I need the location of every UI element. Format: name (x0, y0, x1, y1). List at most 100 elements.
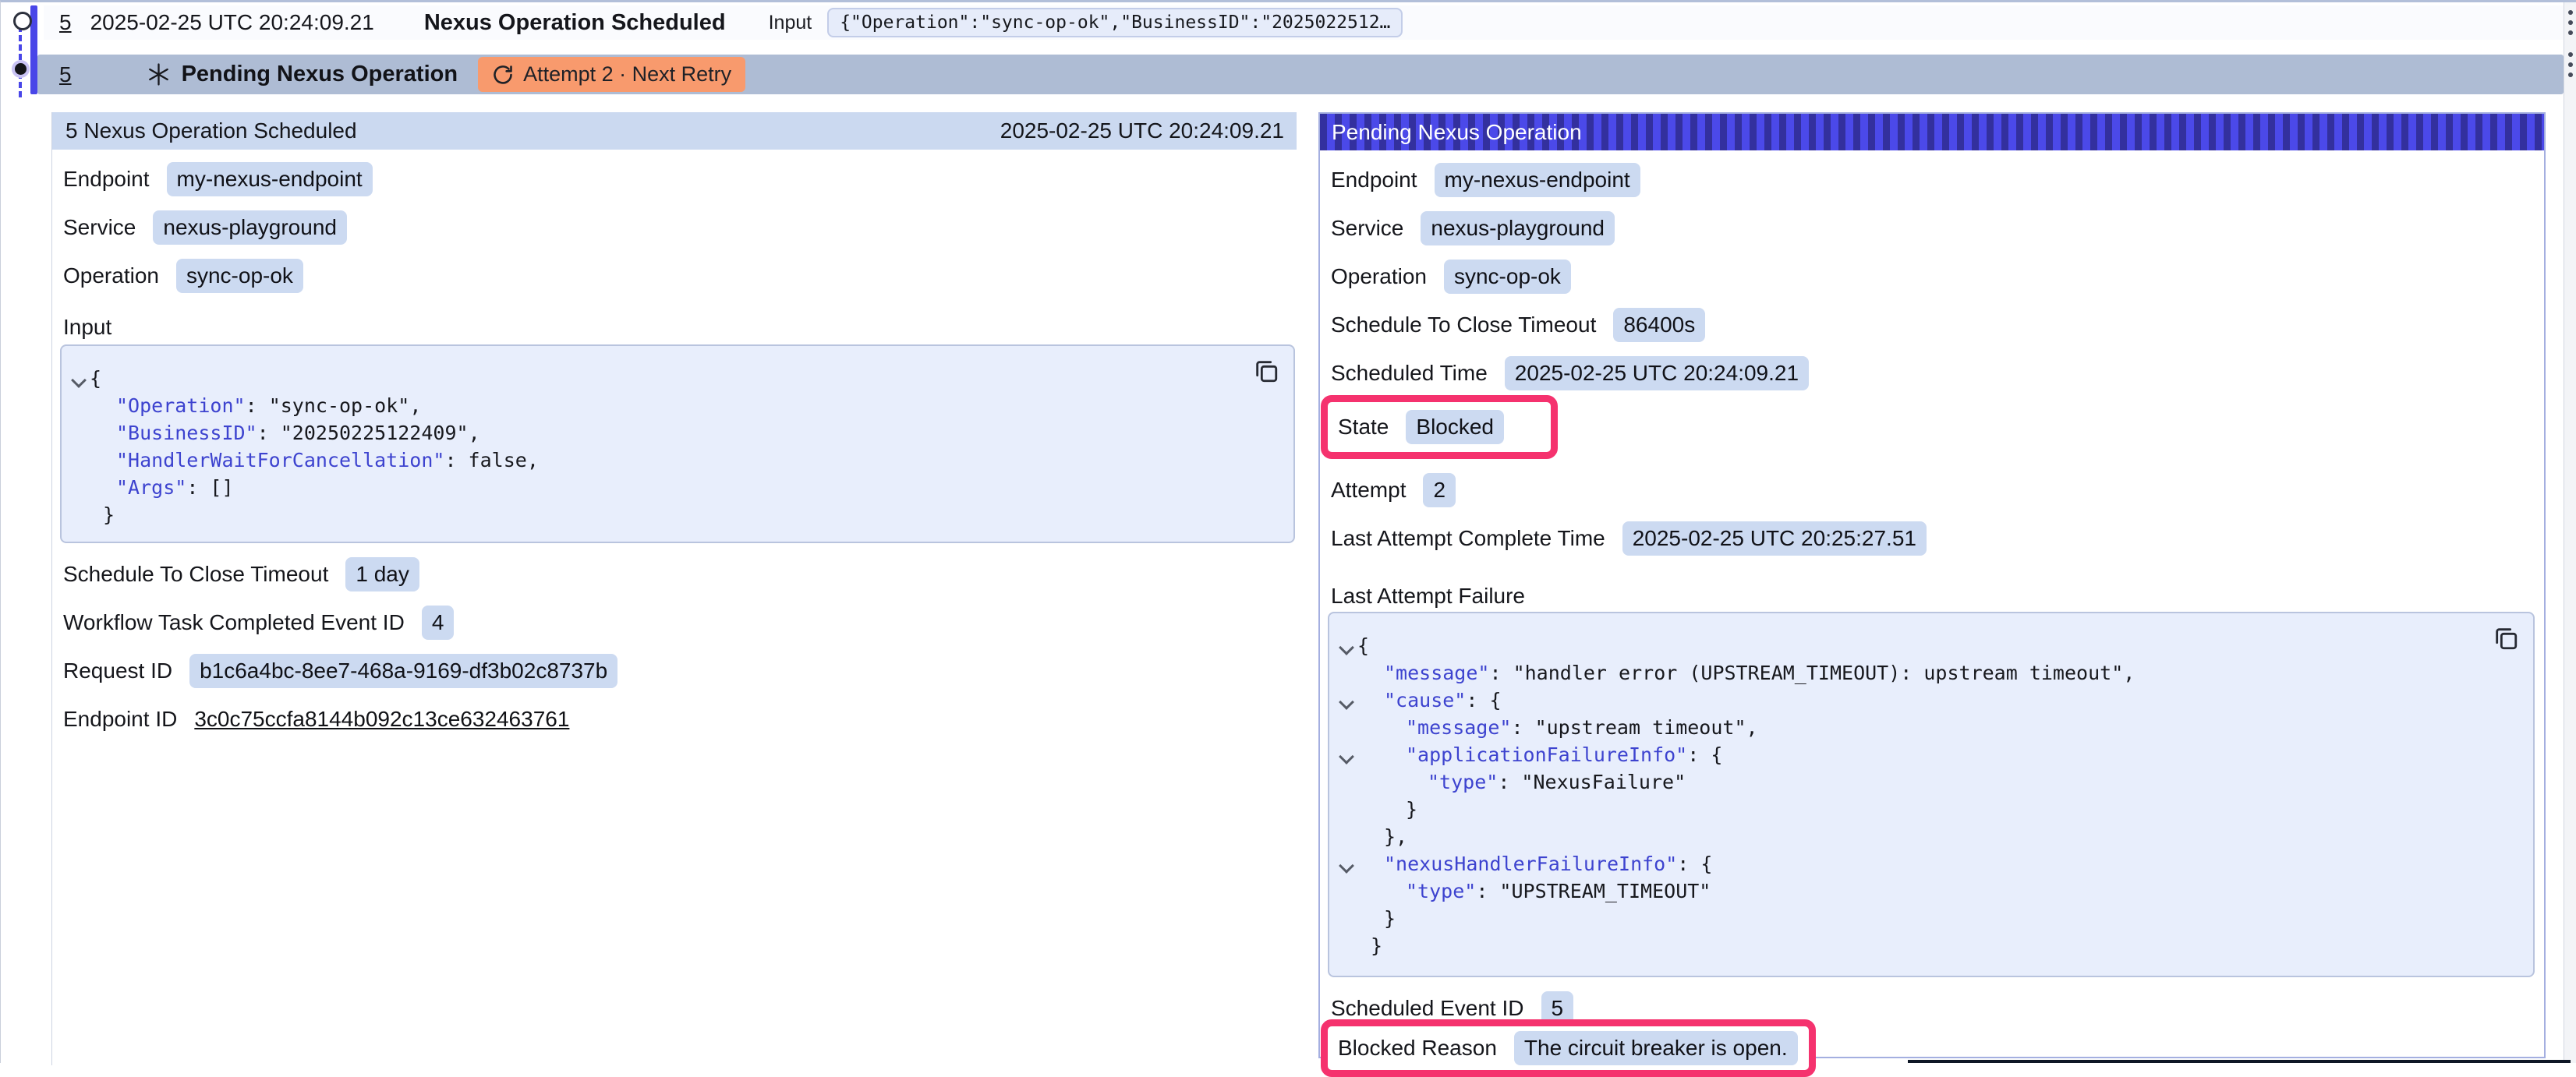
field-value-link[interactable]: 3c0c75ccfa8144b092c13ce632463761 (194, 707, 569, 732)
field-value-chip: b1c6a4bc-8ee7-468a-9169-df3b02c8737b (189, 654, 617, 688)
field-row-blocked-reason: Blocked Reason The circuit breaker is ope… (1331, 1019, 2544, 1077)
json-text: "message": "upstream timeout", (1329, 716, 1758, 739)
left-panel-title: 5 Nexus Operation Scheduled (65, 118, 357, 143)
field-row-schedule-to-close-timeout: Schedule To Close Timeout86400s (1331, 308, 2544, 342)
field-label: Endpoint ID (63, 707, 177, 732)
json-line: } (62, 501, 1293, 528)
json-text: } (62, 503, 115, 526)
left-panel-fields-bottom: Schedule To Close Timeout 1 day Workflow T… (52, 557, 1297, 736)
input-label: Input (769, 12, 812, 34)
event-row-scheduled[interactable]: 5 2025-02-25 UTC 20:24:09.21 Nexus Opera… (44, 5, 2564, 40)
field-row-workflow-task-completed-event-id: Workflow Task Completed Event ID 4 (63, 606, 1297, 640)
field-row-service: Service nexus-playground (63, 210, 1297, 245)
right-scroll-gutter (2564, 2, 2576, 1063)
field-value-chip: The circuit breaker is open. (1514, 1031, 1798, 1065)
field-label: Operation (63, 263, 159, 288)
json-line: "applicationFailureInfo": { (1329, 741, 2533, 768)
field-label: Scheduled Time (1331, 361, 1488, 386)
json-line: "nexusHandlerFailureInfo": { (1329, 850, 2533, 877)
right-panel-title: Pending Nexus Operation (1332, 120, 1582, 145)
field-row-endpoint: Endpointmy-nexus-endpoint (1331, 163, 2544, 197)
json-text: "Operation": "sync-op-ok", (62, 394, 421, 417)
json-text: "HandlerWaitForCancellation": false, (62, 449, 539, 471)
json-text: "BusinessID": "20250225122409", (62, 422, 480, 444)
left-panel-timestamp: 2025-02-25 UTC 20:24:09.21 (1000, 118, 1284, 143)
field-label: Operation (1331, 264, 1427, 289)
field-row-operation: Operationsync-op-ok (63, 259, 1297, 293)
field-label: Service (1331, 216, 1403, 241)
json-line: "type": "UPSTREAM_TIMEOUT" (1329, 877, 2533, 905)
json-line: } (1329, 796, 2533, 823)
field-value-chip: 2 (1423, 473, 1456, 507)
field-label: Endpoint (63, 167, 150, 192)
json-text: "type": "NexusFailure" (1329, 771, 1686, 793)
failure-json-viewer: {"message": "handler error (UPSTREAM_TIM… (1328, 612, 2535, 977)
event-timestamp: 2025-02-25 UTC 20:24:09.21 (90, 10, 374, 35)
json-line: "BusinessID": "20250225122409", (62, 419, 1293, 447)
field-value-chip: sync-op-ok (1444, 260, 1571, 294)
json-line: } (1329, 932, 2533, 959)
field-value-chip: 1 day (345, 557, 419, 591)
field-value-chip: 4 (422, 606, 455, 640)
right-panel-fields-bottom: Scheduled Event ID5Blocked ReasonThe cir… (1320, 991, 2544, 1077)
json-line: "HandlerWaitForCancellation": false, (62, 447, 1293, 474)
retry-badge-label: Attempt 2 · Next Retry (523, 62, 731, 87)
json-text: "type": "UPSTREAM_TIMEOUT" (1329, 880, 1711, 902)
field-row-request-id: Request IDb1c6a4bc-8ee7-468a-9169-df3b02… (63, 654, 1297, 688)
pending-event-name: Pending Nexus Operation (182, 62, 458, 87)
circle-outline-icon (13, 12, 32, 30)
event-id-link[interactable]: 5 (59, 62, 72, 87)
highlight-annotation: Blocked Reason The circuit breaker is ope… (1321, 1019, 1816, 1077)
field-label: Service (63, 215, 136, 240)
json-line: }, (1329, 823, 2533, 850)
left-panel-fields-top: Endpointmy-nexus-endpointServicenexus-pl… (52, 162, 1297, 293)
field-value-chip: my-nexus-endpoint (1435, 163, 1640, 197)
input-json-lines: {"Operation": "sync-op-ok","BusinessID":… (62, 346, 1293, 528)
json-text: } (1329, 798, 1417, 821)
field-label: State (1338, 415, 1389, 440)
field-label: Scheduled Event ID (1331, 996, 1524, 1021)
field-value-chip: nexus-playground (153, 210, 347, 245)
field-row-schedule-to-close-timeout: Schedule To Close Timeout 1 day (63, 557, 1297, 591)
asterisk-icon (147, 62, 171, 87)
field-row-attempt: Attempt 2 (1331, 473, 2544, 507)
drag-grip-icon[interactable] (2568, 10, 2573, 41)
left-panel-header: 5 Nexus Operation Scheduled 2025-02-25 U… (52, 112, 1297, 150)
json-line: "message": "upstream timeout", (1329, 714, 2533, 741)
failure-section-label: Last Attempt Failure (1331, 584, 2544, 609)
scheduled-event-detail-panel: 5 Nexus Operation Scheduled 2025-02-25 U… (51, 112, 1297, 1065)
json-text: }, (1329, 825, 1407, 848)
field-label: Schedule To Close Timeout (63, 562, 328, 587)
field-row-service: Servicenexus-playground (1331, 211, 2544, 245)
json-text: } (1329, 907, 1396, 930)
field-value-chip: 2025-02-25 UTC 20:25:27.51 (1622, 521, 1927, 556)
input-section-label: Input (63, 315, 1297, 340)
json-line: } (1329, 905, 2533, 932)
json-text: "cause": { (1329, 689, 1502, 712)
highlight-annotation: State Blocked (1321, 395, 1558, 459)
input-preview-chip: {"Operation":"sync-op-ok","BusinessID":"… (827, 8, 1403, 37)
event-history-view: 5 2025-02-25 UTC 20:24:09.21 Nexus Opera… (0, 0, 2576, 1063)
field-row-operation: Operation sync-op-ok (1331, 260, 2544, 294)
json-line: "Operation": "sync-op-ok", (62, 392, 1293, 419)
field-row-endpoint-id: Endpoint ID 3c0c75ccfa8144b092c13ce632463… (63, 702, 1297, 736)
field-row-state: State Blocked (1331, 395, 2544, 459)
field-label: Attempt (1331, 478, 1406, 503)
json-line: "cause": { (1329, 687, 2533, 714)
field-value-chip: Blocked (1406, 410, 1504, 444)
json-text: "nexusHandlerFailureInfo": { (1329, 853, 1712, 875)
event-name: Nexus Operation Scheduled (424, 10, 726, 36)
field-label: Workflow Task Completed Event ID (63, 610, 405, 635)
json-line: "Args": [] (62, 474, 1293, 501)
event-id-link[interactable]: 5 (59, 10, 72, 35)
field-label: Blocked Reason (1338, 1036, 1497, 1061)
field-label: Schedule To Close Timeout (1331, 313, 1596, 337)
json-text: "Args": [] (62, 476, 234, 499)
right-panel-fields-top: Endpointmy-nexus-endpoint Servicenexus-pl… (1320, 163, 2544, 556)
field-row-scheduled-time: Scheduled Time2025-02-25 UTC 20:24:09.21 (1331, 356, 2544, 390)
drag-grip-icon[interactable] (2568, 52, 2573, 83)
retry-status-badge: Attempt 2 · Next Retry (478, 57, 745, 92)
json-line: { (1329, 632, 2533, 659)
pending-operation-panel: Pending Nexus Operation Endpointmy-nexus… (1318, 112, 2546, 1058)
event-row-pending[interactable]: 5 Pending Nexus Operation Attempt 2 · Ne… (37, 55, 2564, 94)
